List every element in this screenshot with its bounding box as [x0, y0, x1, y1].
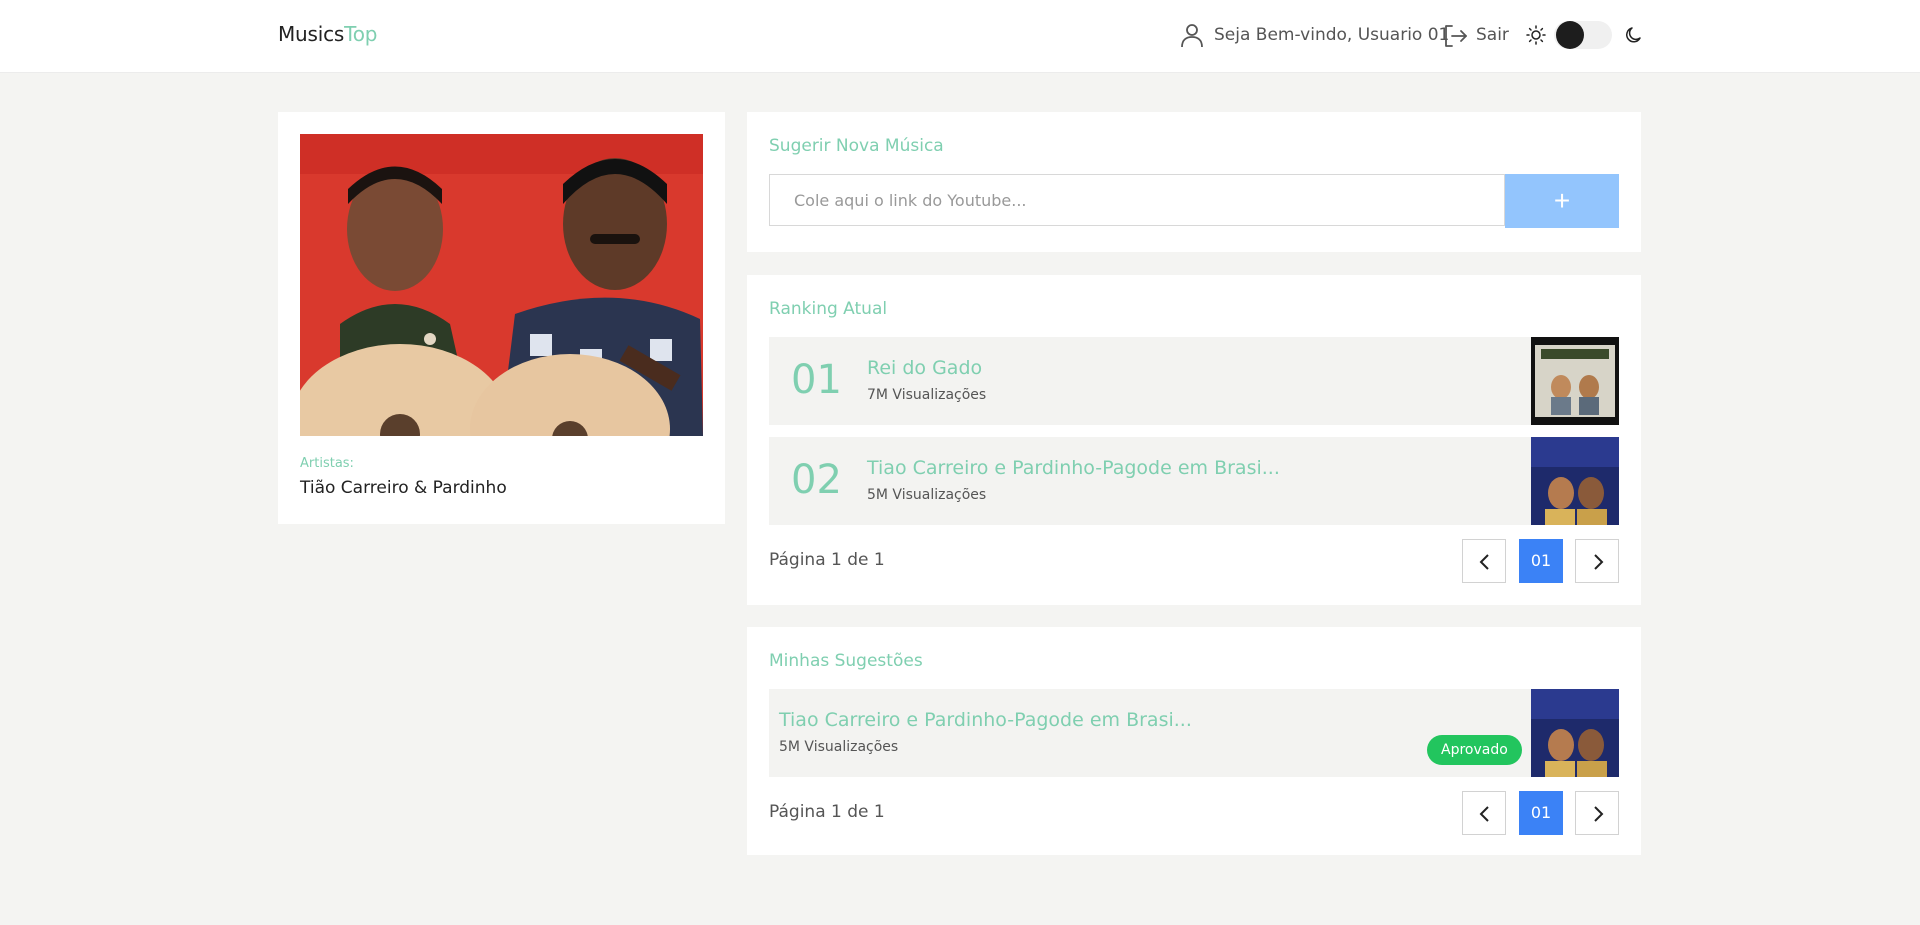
logo-musics: Musics — [278, 22, 345, 46]
user-icon — [1181, 24, 1203, 48]
theme-toggle-knob — [1556, 21, 1584, 49]
add-suggestion-button[interactable]: + — [1505, 174, 1619, 228]
my-suggestions-next-page-button[interactable] — [1575, 791, 1619, 835]
song-thumbnail[interactable] — [1531, 437, 1619, 525]
ranking-prev-page-button[interactable] — [1462, 539, 1506, 583]
moon-icon — [1626, 27, 1641, 43]
chevron-left-icon — [1479, 806, 1489, 822]
song-title[interactable]: Rei do Gado — [867, 357, 982, 379]
youtube-link-input[interactable] — [769, 174, 1505, 226]
artist-card: Artistas: Tião Carreiro & Pardinho — [278, 112, 725, 524]
ranking-title: Ranking Atual — [769, 299, 888, 319]
song-title[interactable]: Tiao Carreiro e Pardinho-Pagode em Brasi… — [779, 709, 1192, 731]
ranking-page-label: Página 1 de 1 — [769, 550, 885, 570]
song-views: 5M Visualizações — [779, 739, 899, 755]
rank-number: 01 — [791, 357, 842, 403]
app-logo[interactable]: MusicsTop — [278, 22, 377, 46]
ranking-next-page-button[interactable] — [1575, 539, 1619, 583]
artist-photo — [300, 134, 703, 436]
theme-toggle[interactable] — [1554, 21, 1612, 49]
logo-top: Top — [344, 22, 378, 46]
status-badge: Aprovado — [1427, 735, 1522, 765]
ranking-card: Ranking Atual 01 Rei do Gado 7M Visualiz… — [747, 275, 1641, 605]
my-suggestions-page-label: Página 1 de 1 — [769, 802, 885, 822]
chevron-right-icon — [1594, 554, 1604, 570]
artist-label: Artistas: — [300, 456, 354, 471]
sun-icon — [1526, 25, 1546, 45]
suggest-card: Sugerir Nova Música + — [747, 112, 1641, 252]
ranking-row[interactable]: 01 Rei do Gado 7M Visualizações — [769, 337, 1619, 425]
suggestion-row[interactable]: Tiao Carreiro e Pardinho-Pagode em Brasi… — [769, 689, 1619, 777]
song-views: 5M Visualizações — [867, 487, 987, 503]
welcome-text: Seja Bem-vindo, Usuario 01 — [1214, 25, 1450, 45]
song-thumbnail[interactable] — [1531, 689, 1619, 777]
ranking-row[interactable]: 02 Tiao Carreiro e Pardinho-Pagode em Br… — [769, 437, 1619, 525]
my-suggestions-card: Minhas Sugestões Tiao Carreiro e Pardinh… — [747, 627, 1641, 855]
my-suggestions-title: Minhas Sugestões — [769, 651, 923, 671]
song-title[interactable]: Tiao Carreiro e Pardinho-Pagode em Brasi… — [867, 457, 1280, 479]
logout-button[interactable]: Sair — [1476, 25, 1509, 45]
chevron-left-icon — [1479, 554, 1489, 570]
ranking-current-page[interactable]: 01 — [1519, 539, 1563, 583]
my-suggestions-current-page[interactable]: 01 — [1519, 791, 1563, 835]
song-views: 7M Visualizações — [867, 387, 987, 403]
logout-icon[interactable] — [1442, 23, 1468, 49]
rank-number: 02 — [791, 457, 842, 503]
chevron-right-icon — [1594, 806, 1604, 822]
song-thumbnail[interactable] — [1531, 337, 1619, 425]
my-suggestions-prev-page-button[interactable] — [1462, 791, 1506, 835]
artist-name: Tião Carreiro & Pardinho — [300, 478, 507, 498]
top-header: MusicsTop Seja Bem-vindo, Usuario 01 Sai… — [0, 0, 1920, 73]
suggest-title: Sugerir Nova Música — [769, 136, 944, 156]
